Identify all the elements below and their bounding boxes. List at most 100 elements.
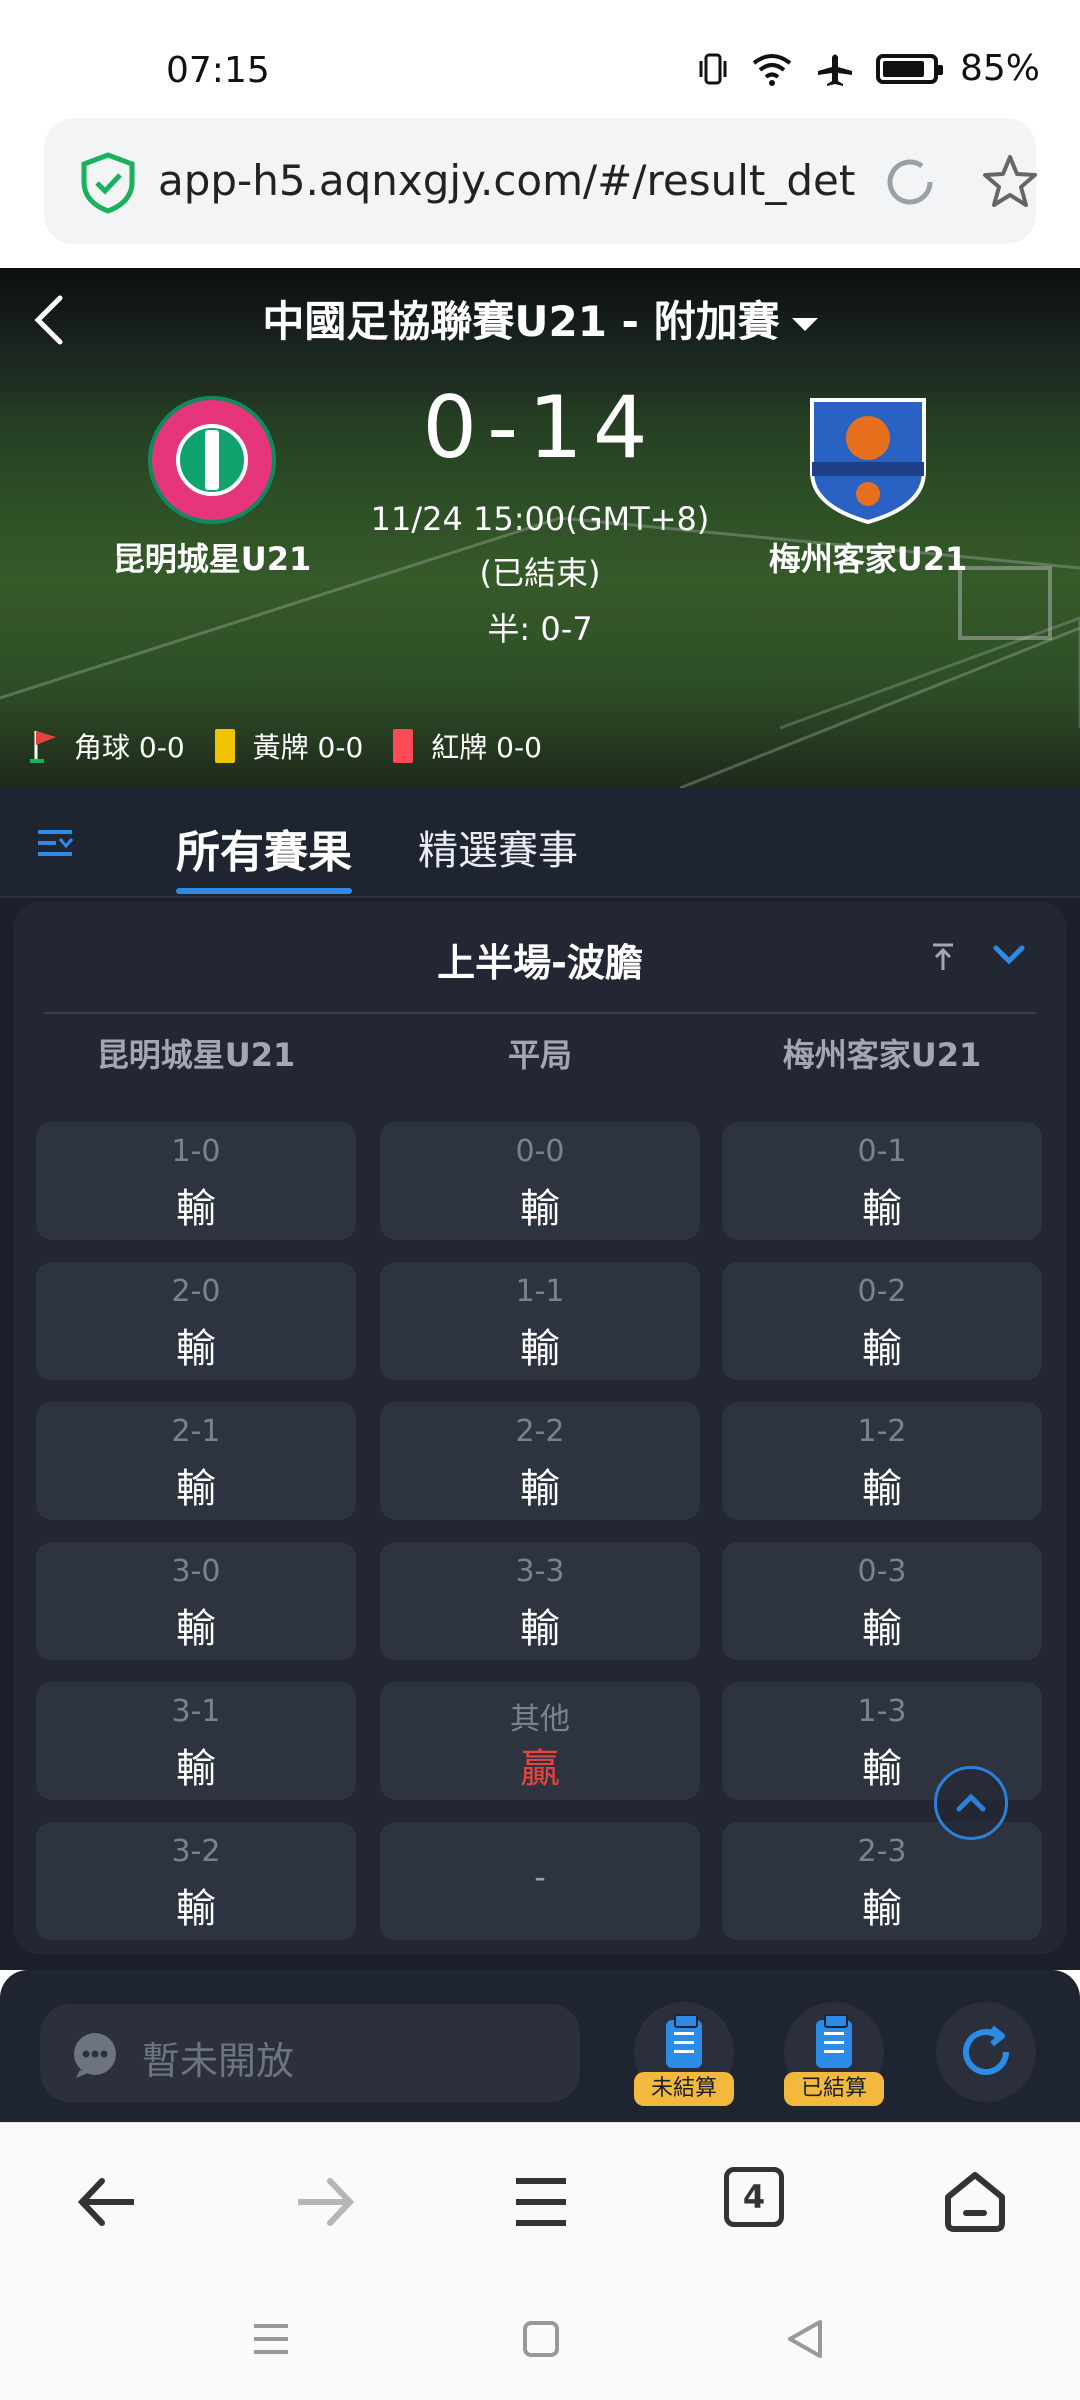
score-label: 3-2 xyxy=(171,1834,221,1869)
column-draw: 平局 xyxy=(507,1036,572,1074)
result-label-win: 贏 xyxy=(520,1746,560,1792)
result-label: 輸 xyxy=(176,1326,216,1372)
battery-icon xyxy=(875,53,943,84)
score-option[interactable]: 2-0 輸 xyxy=(36,1262,356,1380)
score-label: 3-1 xyxy=(171,1694,221,1729)
score-label: 1-3 xyxy=(857,1694,907,1729)
score-option[interactable]: 1-1 輸 xyxy=(380,1262,700,1380)
score-label: 其他 xyxy=(510,1702,570,1737)
score-option[interactable]: 0-0 輸 xyxy=(380,1122,700,1240)
url-text[interactable]: app-h5.aqnxgjy.com/#/result_det xyxy=(158,156,874,205)
result-label: 輸 xyxy=(520,1326,560,1372)
corner-stat: 角球 0-0 xyxy=(30,726,185,766)
forward-arrow-icon[interactable] xyxy=(290,2167,360,2237)
market-title: 上半場-波膽 xyxy=(437,941,643,985)
result-label: 輸 xyxy=(176,1746,216,1792)
menu-icon[interactable] xyxy=(506,2167,576,2237)
vibrate-icon xyxy=(699,53,727,84)
empty-option: - xyxy=(380,1822,700,1940)
result-label: 輸 xyxy=(176,1186,216,1232)
back-arrow-icon[interactable] xyxy=(72,2167,142,2237)
url-bar[interactable]: app-h5.aqnxgjy.com/#/result_det xyxy=(44,118,1037,244)
tab-featured[interactable]: 精選賽事 xyxy=(418,818,578,876)
chat-placeholder: 暫未開放 xyxy=(142,2039,295,2083)
score-option[interactable]: 1-2 輸 xyxy=(722,1402,1042,1520)
score-label: 1-1 xyxy=(515,1274,565,1309)
corner-count: 角球 0-0 xyxy=(74,731,185,764)
result-label: 輸 xyxy=(520,1466,560,1512)
refresh-button[interactable] xyxy=(936,2002,1036,2102)
refresh-icon xyxy=(963,2025,1009,2075)
result-label: 輸 xyxy=(520,1186,560,1232)
red-card-icon xyxy=(393,729,414,763)
scroll-top-button[interactable] xyxy=(934,1766,1008,1840)
half-time-score: 半: 0-7 xyxy=(487,610,593,648)
result-label: 輸 xyxy=(862,1886,902,1932)
tab-all-results[interactable]: 所有賽果 xyxy=(176,816,352,894)
match-datetime: 11/24 15:00(GMT+8) xyxy=(370,500,710,538)
market-panel: 上半場-波膽 昆明城星U21 平局 梅州客家U21 1-0 輸 2-0 輸 2-… xyxy=(14,902,1066,1954)
score-option[interactable]: 2-1 輸 xyxy=(36,1402,356,1520)
match-stats: 角球 0-0 黃牌 0-0 紅牌 0-0 xyxy=(30,726,572,766)
status-bar: 07:15 85% xyxy=(0,0,1080,118)
chat-input[interactable]: 暫未開放 xyxy=(40,2004,580,2102)
home-square-icon[interactable] xyxy=(516,2314,566,2364)
score-label: 3-0 xyxy=(171,1554,221,1589)
red-card-stat: 紅牌 0-0 xyxy=(393,726,542,766)
settled-label: 已結算 xyxy=(784,2072,884,2106)
match-status: (已結束) xyxy=(479,554,601,592)
score-option[interactable]: 3-3 輸 xyxy=(380,1542,700,1660)
pin-top-icon[interactable] xyxy=(930,942,956,972)
result-label: 輸 xyxy=(176,1606,216,1652)
status-icons: 85% xyxy=(698,48,1040,89)
chevron-down-icon[interactable] xyxy=(992,942,1026,968)
score-option[interactable]: 其他 贏 xyxy=(380,1682,700,1800)
score-label: 3-3 xyxy=(515,1554,565,1589)
yellow-card-icon xyxy=(214,729,235,763)
score-option[interactable]: 0-3 輸 xyxy=(722,1542,1042,1660)
match-header: 中國足協聯賽U21 - 附加賽 昆明城星U21 0-14 梅州客家U21 11/… xyxy=(0,268,1080,788)
score-label: 1-2 xyxy=(857,1414,907,1449)
unsettled-label: 未結算 xyxy=(634,2072,734,2106)
score-option[interactable]: 3-2 輸 xyxy=(36,1822,356,1940)
score-option[interactable]: 1-0 輸 xyxy=(36,1122,356,1240)
reload-icon[interactable] xyxy=(882,154,938,210)
bookmark-star-icon[interactable] xyxy=(980,152,1040,212)
score-label: 2-0 xyxy=(171,1274,221,1309)
result-label: 輸 xyxy=(176,1886,216,1932)
score-option[interactable]: 3-0 輸 xyxy=(36,1542,356,1660)
results-content: 上半場-波膽 昆明城星U21 平局 梅州客家U21 1-0 輸 2-0 輸 2-… xyxy=(0,898,1080,1970)
column-home: 昆明城星U21 xyxy=(96,1036,296,1074)
back-triangle-icon[interactable] xyxy=(780,2314,830,2364)
home-icon[interactable] xyxy=(940,2167,1010,2237)
settled-button[interactable]: 已結算 xyxy=(784,2002,884,2106)
unsettled-button[interactable]: 未結算 xyxy=(634,2002,734,2106)
system-nav-bar xyxy=(0,2278,1080,2400)
recent-apps-icon[interactable] xyxy=(246,2314,296,2364)
tab-count-button[interactable]: 4 xyxy=(724,2167,784,2227)
result-label: 輸 xyxy=(862,1466,902,1512)
column-away: 梅州客家U21 xyxy=(782,1036,982,1074)
yellow-card-stat: 黃牌 0-0 xyxy=(214,726,364,766)
status-time: 07:15 xyxy=(166,50,270,91)
action-bar: 暫未開放 未結算 已結算 xyxy=(0,1970,1080,2122)
score-label: 2-2 xyxy=(515,1414,565,1449)
score-label: 2-3 xyxy=(857,1834,907,1869)
score-label: 0-2 xyxy=(857,1274,907,1309)
league-selector[interactable]: 中國足協聯賽U21 - 附加賽 xyxy=(0,288,1080,349)
score-label: 1-0 xyxy=(171,1134,221,1169)
browser-nav-bar: 4 xyxy=(0,2122,1080,2278)
filter-icon[interactable] xyxy=(36,828,74,858)
score-option[interactable]: 3-1 輸 xyxy=(36,1682,356,1800)
match-score: 0-14 xyxy=(422,378,658,478)
score-option[interactable]: 0-2 輸 xyxy=(722,1262,1042,1380)
battery-percent: 85% xyxy=(959,48,1040,89)
yellow-card-count: 黃牌 0-0 xyxy=(252,731,364,764)
score-option[interactable]: 2-2 輸 xyxy=(380,1402,700,1520)
score-label: 0-3 xyxy=(857,1554,907,1589)
red-card-count: 紅牌 0-0 xyxy=(431,731,542,764)
result-label: 輸 xyxy=(862,1186,902,1232)
shield-icon xyxy=(81,152,135,214)
score-option[interactable]: 2-3 輸 xyxy=(722,1822,1042,1940)
score-option[interactable]: 0-1 輸 xyxy=(722,1122,1042,1240)
